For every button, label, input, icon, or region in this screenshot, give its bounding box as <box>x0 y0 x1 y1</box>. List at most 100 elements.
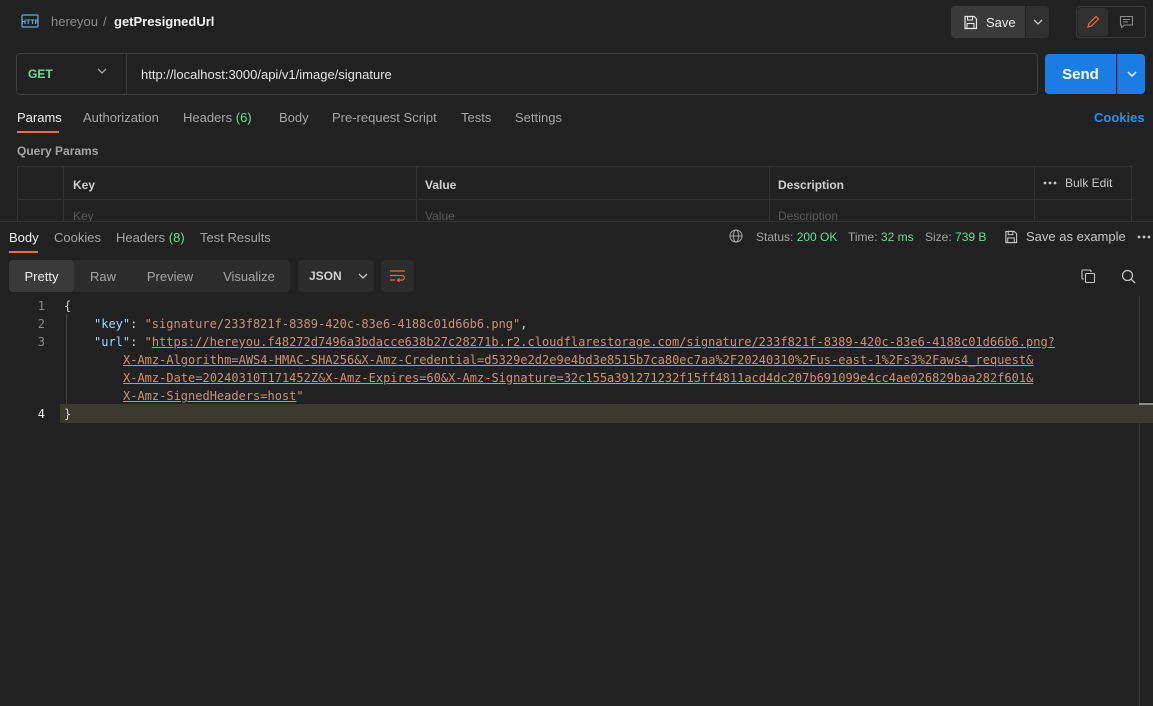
pane-divider[interactable] <box>0 221 1153 222</box>
status-info[interactable]: Status: 200 OK <box>756 230 837 244</box>
url-link[interactable]: https://hereyou.f48272d7496a3bdacce638b2… <box>152 335 1055 349</box>
response-tab-cookies[interactable]: Cookies <box>54 230 101 245</box>
save-label: Save <box>986 14 1016 30</box>
indent-guide <box>66 314 67 404</box>
edit-mode-button[interactable] <box>1078 8 1108 36</box>
copy-icon[interactable] <box>1081 269 1096 284</box>
line-number: 2 <box>37 317 45 331</box>
url-link-continued[interactable]: X-Amz-Algorithm=AWS4-HMAC-SHA256&X-Amz-C… <box>123 353 1033 367</box>
view-pretty-button[interactable]: Pretty <box>9 260 74 292</box>
breadcrumb-workspace[interactable]: hereyou <box>51 14 98 29</box>
pencil-icon <box>1086 15 1100 29</box>
wrap-lines-icon <box>389 269 406 283</box>
json-key: "key" <box>94 317 131 331</box>
response-body-editor[interactable]: 1 2 3 4 { "key": "signature/233f821f-838… <box>0 296 1153 706</box>
save-icon <box>1004 230 1018 244</box>
view-visualize-label: Visualize <box>223 268 275 284</box>
description-column: Description Description <box>770 167 1035 223</box>
status-label: Status: <box>756 230 794 244</box>
view-raw-label: Raw <box>89 268 116 284</box>
chevron-down-icon <box>1127 71 1137 77</box>
more-horizontal-icon <box>1043 181 1057 185</box>
view-preview-label: Preview <box>146 268 194 284</box>
save-options-button[interactable] <box>1026 6 1049 38</box>
method-value: GET <box>28 67 53 81</box>
search-icon[interactable] <box>1121 269 1136 284</box>
time-info[interactable]: Time: 32 ms <box>848 230 914 244</box>
method-select[interactable]: GET <box>17 54 127 94</box>
response-headers-count: (8) <box>168 230 185 245</box>
more-options-icon[interactable] <box>1137 235 1151 239</box>
tab-prerequest-script[interactable]: Pre-request Script <box>332 110 437 125</box>
column-header-value: Value <box>425 178 457 192</box>
json-string-value: "signature/233f821f-8389-420c-83e6-4188c… <box>144 317 521 331</box>
json-key: "url" <box>94 335 131 349</box>
headers-count: (6) <box>235 110 252 125</box>
view-preview-button[interactable]: Preview <box>134 260 206 292</box>
json-line-url: "url": "https://hereyou.f48272d7496a3bda… <box>94 335 1055 349</box>
table-checkbox-column <box>18 167 64 222</box>
chevron-down-icon <box>1033 19 1043 25</box>
json-open-brace: { <box>64 299 72 313</box>
response-tab-headers[interactable]: Headers (8) <box>116 230 185 245</box>
tab-params[interactable]: Params <box>17 110 62 125</box>
save-button[interactable]: Save <box>951 6 1025 38</box>
view-raw-button[interactable]: Raw <box>76 260 130 292</box>
tab-headers[interactable]: Headers (6) <box>183 110 252 125</box>
line-number: 4 <box>37 407 45 421</box>
response-tab-headers-label: Headers <box>116 230 166 245</box>
column-header-description: Description <box>778 178 845 192</box>
globe-icon[interactable] <box>729 229 743 243</box>
json-close-brace: } <box>64 407 72 421</box>
save-icon <box>963 15 978 30</box>
query-params-table: Key Key Value Value Description Descript… <box>17 166 1133 223</box>
size-label: Size: <box>925 230 952 244</box>
column-header-key: Key <box>73 178 96 192</box>
table-row-divider <box>18 199 1133 200</box>
url-link-continued[interactable]: X-Amz-SignedHeaders=host <box>123 389 296 403</box>
send-button[interactable]: Send <box>1045 54 1116 94</box>
send-options-button[interactable] <box>1117 54 1145 94</box>
view-pretty-label: Pretty <box>24 268 59 284</box>
comment-icon <box>1119 15 1134 29</box>
tab-body[interactable]: Body <box>279 110 309 125</box>
tab-settings[interactable]: Settings <box>515 110 562 125</box>
save-as-example-button[interactable]: Save as example <box>1004 229 1126 244</box>
json-line-key: "key": "signature/233f821f-8389-420c-83e… <box>94 317 528 331</box>
url-input[interactable]: http://localhost:3000/api/v1/image/signa… <box>141 67 392 82</box>
json-line-url-end: X-Amz-SignedHeaders=host" <box>123 389 304 403</box>
editor-scrollbar[interactable] <box>1139 296 1140 706</box>
svg-text:HTTP: HTTP <box>21 19 39 26</box>
query-params-title: Query Params <box>17 144 99 158</box>
format-select[interactable]: JSON <box>298 260 374 292</box>
time-value: 32 ms <box>880 230 914 244</box>
tab-tests[interactable]: Tests <box>461 110 491 125</box>
comments-button[interactable] <box>1111 8 1141 36</box>
value-column: Value Value <box>417 167 770 223</box>
key-column: Key Key <box>64 167 417 223</box>
response-tab-body[interactable]: Body <box>9 230 39 245</box>
size-value: 739 B <box>955 230 987 244</box>
bulk-edit-button[interactable]: Bulk Edit <box>1043 176 1112 190</box>
wrap-lines-button[interactable] <box>381 260 414 292</box>
current-line-highlight <box>60 404 1153 423</box>
save-as-example-label: Save as example <box>1026 229 1126 244</box>
chevron-down-icon <box>358 273 368 279</box>
request-name[interactable]: getPresignedUrl <box>114 14 214 29</box>
tab-headers-label: Headers <box>183 110 233 125</box>
http-icon: HTTP <box>21 13 39 30</box>
view-visualize-button[interactable]: Visualize <box>210 260 288 292</box>
response-tab-test-results[interactable]: Test Results <box>200 230 271 245</box>
line-number: 3 <box>37 335 45 349</box>
url-link-continued[interactable]: X-Amz-Date=20240310T171452Z&X-Amz-Expire… <box>123 371 1033 385</box>
size-info[interactable]: Size: 739 B <box>925 230 986 244</box>
chevron-down-icon <box>97 68 107 74</box>
active-tab-indicator <box>17 131 59 133</box>
tab-authorization[interactable]: Authorization <box>83 110 159 125</box>
breadcrumb-separator: / <box>103 14 107 29</box>
format-value: JSON <box>309 269 342 283</box>
cookies-link[interactable]: Cookies <box>1094 110 1145 125</box>
send-label: Send <box>1062 65 1099 83</box>
json-quote: " <box>296 389 304 403</box>
bulk-edit-label: Bulk Edit <box>1065 176 1113 190</box>
